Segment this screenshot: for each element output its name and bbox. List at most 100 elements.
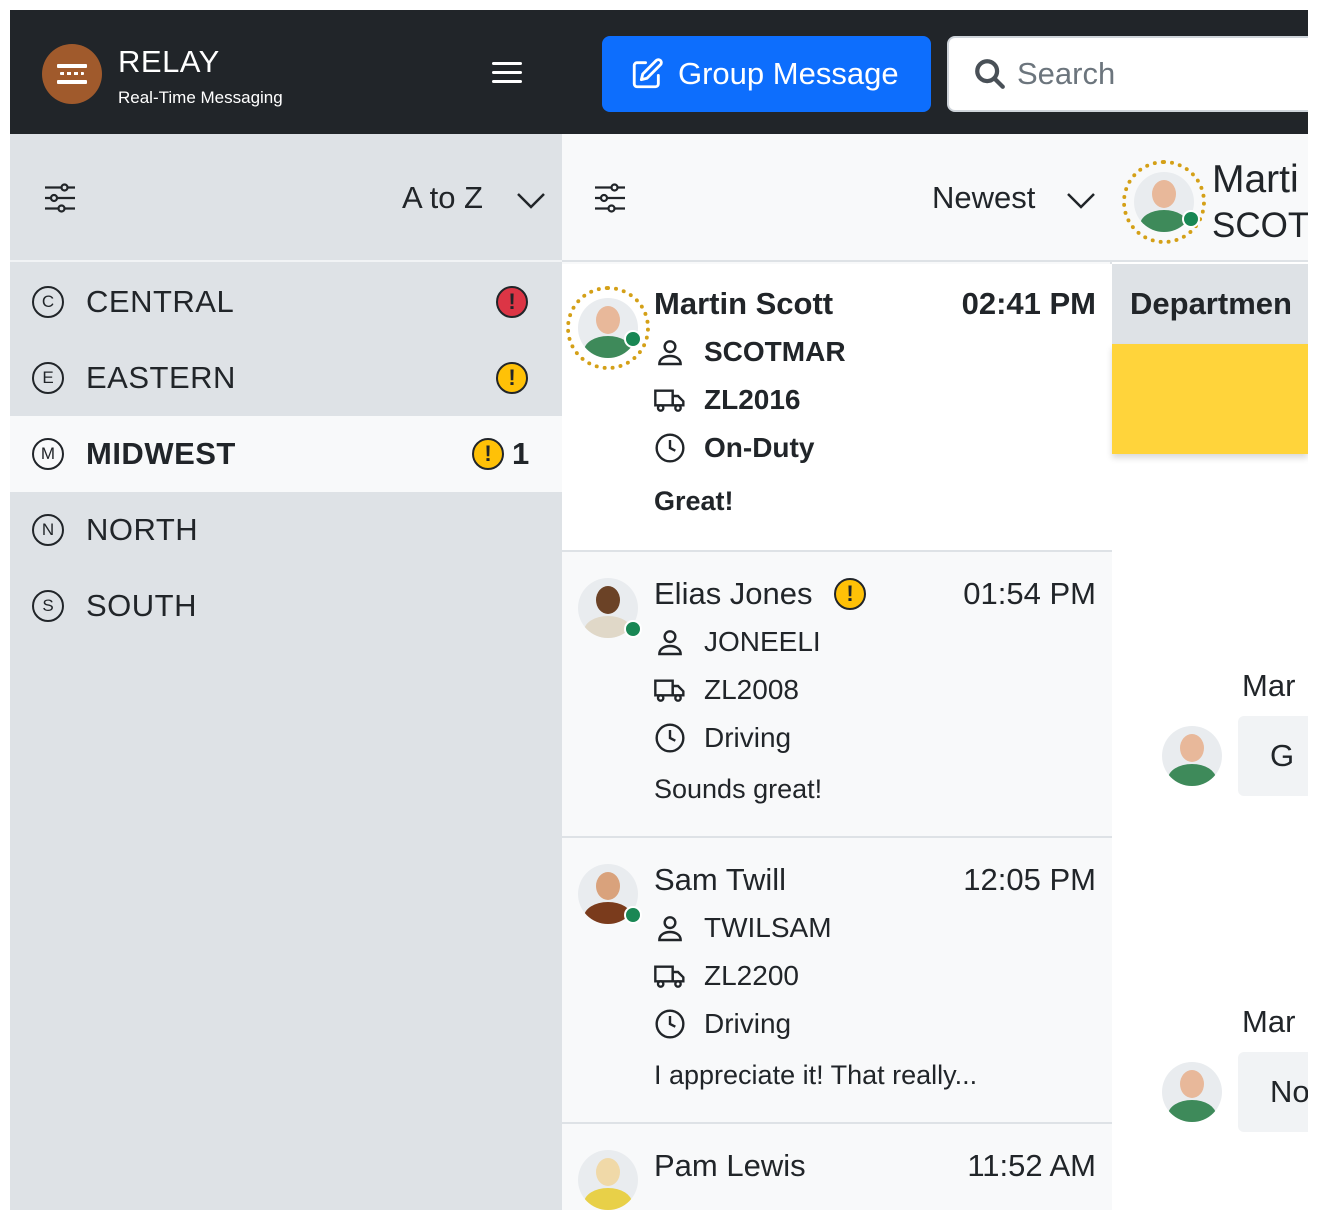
region-name: CENTRAL [86,284,235,319]
contact-name: Sam Twill [654,862,787,897]
chevron-down-icon[interactable] [1066,192,1096,210]
duty-status: Driving [704,1008,792,1039]
alert-icon: ! [496,362,528,394]
status-row: Driving [654,722,791,754]
department-tab[interactable]: Departmen [1112,264,1308,344]
region-item-midwest[interactable]: M MIDWEST ! 1 [10,416,562,492]
app-subtitle: Real-Time Messaging [118,88,283,107]
department-label: Departmen [1130,286,1292,321]
truck-icon [654,679,685,702]
region-item-south[interactable]: S SOUTH [10,568,562,644]
truck-row: ZL2008 [654,674,799,706]
detail-header: Marti SCOT [1112,134,1308,262]
message-time: 12:05 PM [963,862,1096,897]
region-letter-icon: N [32,514,64,546]
region-letter-icon: C [32,286,64,318]
alert-icon: ! [834,578,866,610]
detail-contact-name: Marti [1212,158,1299,201]
truck-icon [654,389,685,412]
message-bubble: No [1238,1052,1308,1132]
status-row: On-Duty [654,432,814,464]
contact-name: Elias Jones [654,576,813,611]
conversation-detail-panel: Marti SCOT Departmen Mar G Mar No [1112,134,1308,1210]
online-status-icon [624,620,642,638]
online-status-icon [624,330,642,348]
region-name: EASTERN [86,360,236,395]
message-preview: Great! [654,486,734,516]
message-sender: Mar [1242,668,1296,703]
avatar [578,298,638,358]
message-time: 01:54 PM [963,576,1096,611]
conversations-header: Newest [562,134,1112,262]
conversation-item[interactable]: Pam Lewis 11:52 AM [562,1124,1112,1210]
user-id: JONEELI [704,626,821,657]
region-name: NORTH [86,512,199,547]
regions-sort-label[interactable]: A to Z [402,180,483,216]
avatar [1162,726,1222,786]
user-id: SCOTMAR [704,336,846,367]
duty-status: Driving [704,722,792,753]
conversation-item[interactable]: Elias Jones ! 01:54 PM JONEELI ZL2008 Dr… [562,552,1112,838]
user-id: TWILSAM [704,912,832,943]
group-message-label: Group Message [678,56,899,91]
regions-panel: A to Z C CENTRAL ! E EASTERN ! M MIDWEST… [10,134,562,1210]
filter-sliders-icon[interactable] [42,180,78,216]
status-row: Driving [654,1008,791,1040]
chevron-down-icon[interactable] [516,192,546,210]
truck-row: ZL2200 [654,960,799,992]
search-box[interactable] [947,36,1308,112]
message-time: 02:41 PM [961,286,1096,321]
message-preview: I appreciate it! That really... [654,1060,978,1090]
search-icon [975,59,1005,89]
clock-icon [655,723,685,753]
relay-logo-icon [42,44,102,104]
avatar [1162,1062,1222,1122]
search-input[interactable] [1017,56,1277,92]
group-message-button[interactable]: Group Message [602,36,931,112]
region-item-eastern[interactable]: E EASTERN ! [10,340,562,416]
alert-icon: ! [496,286,528,318]
truck-id: ZL2008 [704,674,799,705]
region-item-north[interactable]: N NORTH [10,492,562,568]
conversations-panel: Newest Martin Scott 02:41 PM SCOTMAR ZL2… [562,134,1112,1210]
user-icon [658,630,682,656]
alert-icon: ! [472,438,504,470]
message-text: No [1270,1074,1308,1109]
truck-id: ZL2016 [704,384,801,415]
contact-name: Pam Lewis [654,1148,806,1183]
user-id-row: SCOTMAR [654,336,846,368]
edit-icon [632,58,663,89]
online-status-icon [624,906,642,924]
online-status-icon [1182,210,1200,228]
conversations-sort-label[interactable]: Newest [932,180,1035,216]
region-name: SOUTH [86,588,197,623]
top-bar: RELAY Real-Time Messaging Group Message [10,10,1308,134]
message-preview: Sounds great! [654,774,823,804]
region-letter-icon: S [32,590,64,622]
region-letter-icon: M [32,438,64,470]
duty-status: On-Duty [704,432,815,463]
conversation-item[interactable]: Martin Scott 02:41 PM SCOTMAR ZL2016 On-… [562,264,1112,552]
truck-icon [654,965,685,988]
filter-sliders-icon[interactable] [592,180,628,216]
conversation-item[interactable]: Sam Twill 12:05 PM TWILSAM ZL2200 Drivin… [562,838,1112,1124]
app-title: RELAY [118,44,220,79]
unread-count: 1 [512,436,530,471]
region-name: MIDWEST [86,436,236,471]
region-letter-icon: E [32,362,64,394]
contact-name: Martin Scott [654,286,834,321]
avatar [578,1150,638,1210]
clock-icon [655,1009,685,1039]
message-text: G [1270,738,1295,773]
user-id-row: TWILSAM [654,912,832,944]
regions-header: A to Z [10,134,562,262]
message-bubble: G [1238,716,1308,796]
hamburger-menu-icon[interactable] [492,60,522,86]
region-item-central[interactable]: C CENTRAL ! [10,264,562,340]
message-sender: Mar [1242,1004,1296,1039]
clock-icon [655,433,685,463]
user-icon [658,916,682,942]
detail-user-id: SCOT [1212,206,1308,245]
truck-row: ZL2016 [654,384,801,416]
highlight-banner [1112,344,1308,454]
